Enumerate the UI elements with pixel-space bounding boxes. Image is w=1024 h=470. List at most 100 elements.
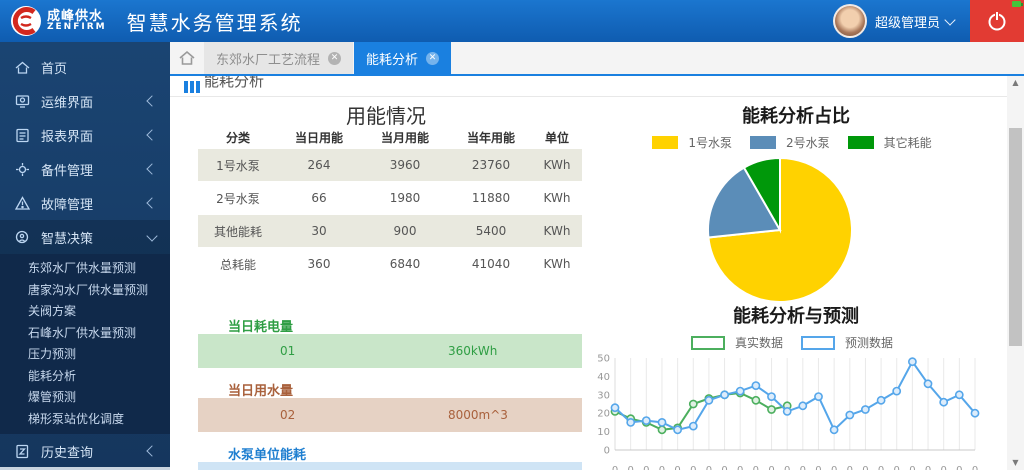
chevron-down-icon[interactable] — [944, 14, 955, 25]
sidebar-item-0[interactable]: 首页 — [0, 50, 170, 84]
svg-text:0: 0 — [862, 465, 868, 470]
main-content: 能耗分析 用能情况 分类当日用能当月用能当年用能单位 1号水泵2643960237… — [170, 76, 1007, 470]
svg-text:0: 0 — [909, 465, 915, 470]
brand-logo: 成峰供水 ZENFIRM — [10, 5, 107, 37]
pie-legend: 1号水泵2号水泵其它耗能 — [600, 134, 992, 151]
tab-label: 能耗分析 — [366, 49, 418, 68]
brand-text: 成峰供水 ZENFIRM — [47, 10, 107, 32]
sidebar-item-label: 故障管理 — [41, 194, 93, 213]
sidebar-item-4[interactable]: 故障管理 — [0, 186, 170, 220]
svg-text:0: 0 — [643, 465, 649, 470]
table-header-cell: 当日用能 — [278, 129, 360, 146]
sidebar-item-5[interactable]: 智慧决策 — [0, 220, 170, 254]
table-cell: 3960 — [360, 158, 450, 172]
chevron-left-icon — [146, 95, 157, 106]
svg-text:40: 40 — [597, 372, 610, 383]
svg-text:0: 0 — [706, 465, 712, 470]
tab-1[interactable]: 能耗分析 ✕ — [354, 42, 451, 74]
table-cell: KWh — [532, 224, 582, 238]
table-cell: KWh — [532, 158, 582, 172]
scrollbar: ▲ ▼ — [1007, 76, 1024, 470]
sidebar-item-1[interactable]: 运维界面 — [0, 84, 170, 118]
battery-icon — [1012, 1, 1021, 7]
app-window: 成峰供水 ZENFIRM 智慧水务管理系统 超级管理员 首页运维界面报表界面备件… — [0, 0, 1024, 470]
stat-label-2: 水泵单位能耗 — [228, 444, 306, 463]
tab-close-icon[interactable]: ✕ — [426, 52, 439, 65]
table-header-cell: 当月用能 — [360, 129, 450, 146]
submenu-item-4[interactable]: 压力预测 — [0, 344, 170, 366]
scroll-up-arrow[interactable]: ▲ — [1007, 76, 1024, 90]
svg-text:30: 30 — [597, 390, 610, 401]
pie-chart-title: 能耗分析占比 — [600, 102, 992, 128]
page-title: 智慧水务管理系统 — [127, 7, 303, 36]
table-row: 总耗能360684041040KWh — [198, 248, 582, 280]
line-chart: 01020304050000000000000000000000000 — [590, 352, 990, 470]
submenu-item-5[interactable]: 能耗分析 — [0, 366, 170, 388]
pie-legend-label: 2号水泵 — [786, 134, 830, 151]
user-name[interactable]: 超级管理员 — [875, 12, 940, 31]
svg-text:0: 0 — [800, 465, 806, 470]
svg-text:0: 0 — [612, 465, 618, 470]
svg-text:0: 0 — [894, 465, 900, 470]
svg-text:0: 0 — [831, 465, 837, 470]
svg-text:0: 0 — [604, 446, 610, 457]
chevron-down-icon — [146, 230, 157, 241]
report-icon — [14, 127, 31, 144]
wisdom-icon — [14, 229, 31, 246]
line-legend: 真实数据预测数据 — [600, 334, 992, 351]
tab-0[interactable]: 东郊水厂工艺流程✕ — [204, 42, 353, 74]
line-legend-label: 真实数据 — [735, 334, 783, 351]
sidebar-item-label: 运维界面 — [41, 92, 93, 111]
table-cell: 总耗能 — [198, 256, 278, 273]
sidebar-item-label: 历史查询 — [41, 442, 93, 461]
table-cell: 264 — [278, 158, 360, 172]
table-cell: 41040 — [450, 257, 532, 271]
table-cell: 30 — [278, 224, 360, 238]
svg-text:0: 0 — [815, 465, 821, 470]
svg-text:0: 0 — [847, 465, 853, 470]
submenu-item-6[interactable]: 爆管预测 — [0, 387, 170, 409]
scroll-down-arrow[interactable]: ▼ — [1007, 456, 1024, 470]
stat-bar-2 — [198, 462, 582, 470]
home-icon — [14, 59, 31, 76]
table-cell: 5400 — [450, 224, 532, 238]
svg-text:20: 20 — [597, 409, 610, 420]
bar-chart-icon — [184, 81, 200, 93]
submenu-item-0[interactable]: 东郊水厂供水量预测 — [0, 258, 170, 280]
stat-bar-0: 01360kWh — [198, 334, 582, 368]
line-legend-swatch — [801, 336, 835, 350]
table-cell: 1号水泵 — [198, 157, 278, 174]
home-icon[interactable] — [170, 42, 204, 74]
svg-text:0: 0 — [721, 465, 727, 470]
table-cell: 6840 — [360, 257, 450, 271]
submenu-item-1[interactable]: 唐家沟水厂供水量预测 — [0, 280, 170, 302]
submenu-item-3[interactable]: 石峰水厂供水量预测 — [0, 323, 170, 345]
tab-close-icon[interactable]: ✕ — [328, 52, 341, 65]
spare-icon — [14, 161, 31, 178]
table-cell: 1980 — [360, 191, 450, 205]
section-header: 能耗分析 — [170, 76, 1007, 97]
energy-table-title: 用能情况 — [190, 100, 582, 129]
svg-text:0: 0 — [659, 465, 665, 470]
sidebar-item-2[interactable]: 报表界面 — [0, 118, 170, 152]
svg-text:50: 50 — [597, 354, 610, 365]
pie-legend-swatch — [652, 136, 678, 149]
svg-text:0: 0 — [768, 465, 774, 470]
sidebar-item-6[interactable]: 历史查询 — [0, 434, 170, 468]
pie-legend-swatch — [848, 136, 874, 149]
submenu-item-7[interactable]: 梯形泵站优化调度 — [0, 409, 170, 431]
sidebar-menu: 首页运维界面报表界面备件管理故障管理智慧决策东郊水厂供水量预测唐家沟水厂供水量预… — [0, 42, 170, 468]
user-avatar[interactable] — [833, 4, 867, 38]
submenu-item-2[interactable]: 关阀方案 — [0, 301, 170, 323]
power-icon — [986, 10, 1008, 32]
app-header: 成峰供水 ZENFIRM 智慧水务管理系统 超级管理员 — [0, 0, 1024, 42]
table-header-row: 分类当日用能当月用能当年用能单位 — [198, 126, 582, 148]
table-cell: 23760 — [450, 158, 532, 172]
table-cell: 66 — [278, 191, 360, 205]
sidebar: 首页运维界面报表界面备件管理故障管理智慧决策东郊水厂供水量预测唐家沟水厂供水量预… — [0, 42, 170, 470]
scroll-thumb[interactable] — [1009, 128, 1022, 346]
svg-text:0: 0 — [753, 465, 759, 470]
svg-text:0: 0 — [627, 465, 633, 470]
header-right: 超级管理员 — [833, 0, 1024, 42]
sidebar-item-3[interactable]: 备件管理 — [0, 152, 170, 186]
